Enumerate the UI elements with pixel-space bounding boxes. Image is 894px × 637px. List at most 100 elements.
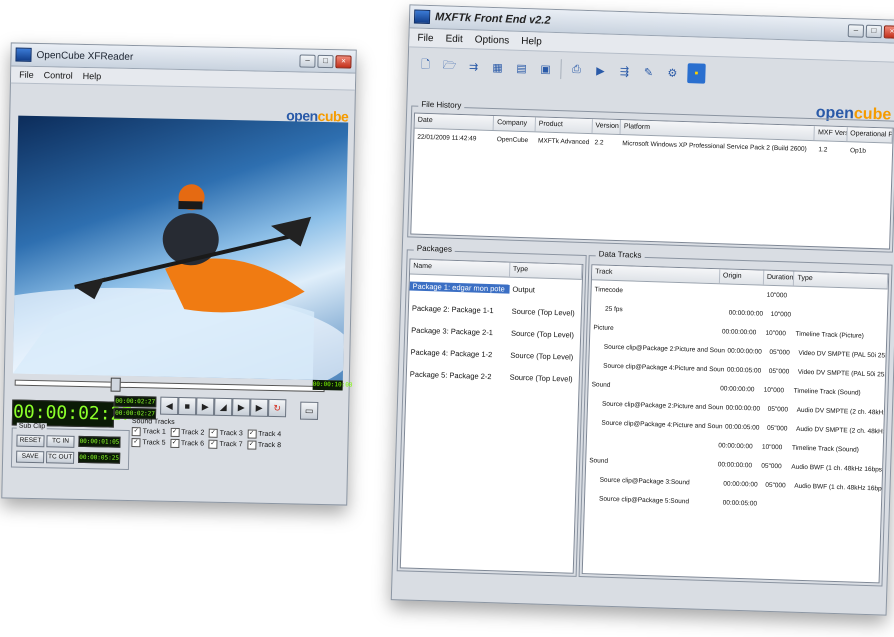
new-file-icon[interactable]: 🗋 — [416, 55, 435, 76]
track-8-checkbox[interactable]: ✓ Track 8 — [246, 440, 282, 450]
snapshot-icon[interactable]: ▭ — [299, 401, 319, 420]
folder-icon[interactable]: ▤ — [512, 58, 531, 79]
track-cell: 00:00:00:00 — [723, 480, 758, 489]
col-type[interactable]: Type — [794, 271, 889, 289]
track-2-checkbox[interactable]: ✓ Track 2 — [170, 427, 205, 438]
maximize-button[interactable]: □ — [865, 24, 883, 38]
track-7-checkbox[interactable]: ✓ Track 7 — [208, 439, 243, 450]
col-operational-pattern[interactable]: Operational Pattern — [846, 127, 893, 143]
open-dcp-icon[interactable]: 🗁 — [440, 55, 459, 76]
close-button[interactable]: × — [335, 54, 352, 69]
video-preview — [12, 115, 349, 381]
subclip-title: Sub Clip — [16, 422, 48, 431]
settings-icon[interactable]: ⚙ — [663, 62, 682, 83]
pause-button[interactable]: ◢ — [214, 397, 233, 417]
packages-title: Packages — [413, 243, 456, 254]
loop-icon[interactable]: ↻ — [268, 398, 287, 418]
skip-forward-button[interactable]: ▶ — [250, 398, 269, 417]
tc-in-button[interactable]: TC IN — [46, 435, 75, 448]
col-duration[interactable]: Duration — [763, 270, 795, 286]
reset-button[interactable]: RESET — [16, 434, 45, 448]
col-date[interactable]: Date — [414, 113, 495, 131]
col-company[interactable]: Company — [493, 116, 536, 132]
track-cell: Source clip@Package 2:Picture and Sound — [603, 343, 725, 355]
menu-edit[interactable]: Edit — [445, 33, 463, 45]
track-cell — [797, 315, 887, 318]
track-cell: 10"000 — [766, 291, 788, 300]
play-icon[interactable]: ▶ — [591, 60, 610, 81]
sound-tracks-panel: Sound Tracks ✓ Track 1 ✓ Track 2 ✓ Track 3 … — [131, 418, 282, 450]
track-cell — [720, 294, 764, 295]
col-version[interactable]: Version — [592, 119, 622, 135]
end-timecode: 00:00:10:00 — [312, 379, 353, 391]
import-icon[interactable]: ⇉ — [464, 56, 483, 77]
col-mxf-version[interactable]: MXF Version — [814, 126, 848, 142]
track-cell — [791, 505, 881, 508]
track-4-checkbox[interactable]: ✓ Track 4 — [247, 429, 282, 439]
maximize-button[interactable]: □ — [317, 54, 334, 68]
seek-thumb[interactable] — [110, 377, 121, 392]
col-type[interactable]: Type — [509, 262, 583, 279]
track-cell: 05"000 — [768, 367, 790, 376]
col-product[interactable]: Product — [535, 117, 593, 134]
movie-icon[interactable]: ▦ — [488, 57, 507, 78]
track-cell: Sound — [591, 381, 611, 389]
track-cell: 00:00:05:00 — [722, 499, 758, 508]
track-cell: 25 fps — [604, 305, 623, 314]
menu-help[interactable]: Help — [521, 35, 542, 47]
track-cell: 00:00:00:00 — [728, 309, 764, 318]
minimize-button[interactable]: – — [299, 53, 316, 68]
track-cell: 00:00:05:00 — [726, 366, 762, 375]
tc-out-button[interactable]: TC OUT — [46, 451, 75, 464]
stop-button[interactable]: ■ — [178, 397, 197, 416]
track-cell: Timeline Track (Sound) — [793, 387, 861, 397]
packages-table: Name Type Package 1: edgar mon pote Outpu… — [399, 258, 584, 574]
file-history-table: Date Company Product Version Platform MX… — [410, 112, 894, 250]
tools-icon[interactable]: ✎ — [639, 62, 658, 83]
minimize-button[interactable]: – — [847, 23, 865, 38]
track-cell: 00:00:00:00 — [727, 347, 762, 356]
track-1-checkbox[interactable]: ✓ Track 1 — [131, 427, 167, 437]
track-cell: 05"000 — [761, 462, 782, 471]
track-cell: Source clip@Package 4:Picture and Sound — [603, 362, 724, 374]
track-cell: 05"000 — [767, 405, 789, 414]
play-button[interactable]: ▶ — [196, 397, 215, 416]
track-cell — [762, 504, 791, 505]
menu-control[interactable]: Control — [44, 70, 73, 81]
data-tracks-table: Track Origin Duration Type Timecode 10"00… — [581, 264, 890, 584]
track-cell: Audio BWF (1 ch. 48kHz 16bps) — [794, 482, 882, 493]
track-cell: 00:00:00:00 — [721, 328, 757, 337]
menu-file[interactable]: File — [19, 70, 34, 80]
save-button[interactable]: SAVE — [16, 450, 45, 464]
save-icon[interactable]: ▣ — [536, 58, 555, 79]
track-cell: Timeline Track (Sound) — [791, 444, 859, 454]
mxftk-window: MXFTk Front End v2.2 – □ × File Edit Opt… — [390, 4, 894, 616]
seek-slider[interactable] — [14, 377, 325, 393]
track-3-checkbox[interactable]: ✓ Track 3 — [208, 428, 244, 439]
track-cell: Source clip@Package 4:Picture and Sound — [601, 419, 723, 431]
track-5-checkbox[interactable]: ✓ Track 5 — [131, 438, 166, 448]
frame-forward-button[interactable]: ▶ — [232, 398, 251, 417]
track-cell: 00:00:00:00 — [725, 404, 761, 413]
menu-help[interactable]: Help — [83, 71, 102, 81]
track-cell: 00:00:00:00 — [720, 385, 755, 394]
track-cell: Picture — [593, 324, 614, 332]
track-cell: 10"000 — [765, 329, 786, 338]
track-cell: 00:00:00:00 — [717, 461, 753, 470]
skip-back-button[interactable]: ◀ — [160, 396, 179, 416]
track-cell: 05"000 — [769, 348, 790, 357]
mxf-icon[interactable]: ▪ — [687, 63, 706, 84]
app-icon — [15, 47, 32, 62]
col-origin[interactable]: Origin — [719, 269, 765, 285]
export-icon[interactable]: ⇶ — [615, 61, 634, 82]
track-6-checkbox[interactable]: ✓ Track 6 — [169, 438, 205, 449]
app-icon — [413, 9, 431, 25]
menu-options[interactable]: Options — [475, 34, 510, 46]
track-cell — [794, 296, 888, 299]
package-row-5[interactable]: Package 5: Package 2-2 Source (Top Level) — [407, 362, 580, 389]
xml-icon[interactable]: ⎙ — [567, 59, 586, 80]
close-button[interactable]: × — [883, 24, 894, 39]
kayaker-image — [12, 184, 349, 381]
track-cell: 10"000 — [761, 443, 783, 452]
menu-file[interactable]: File — [417, 32, 433, 44]
